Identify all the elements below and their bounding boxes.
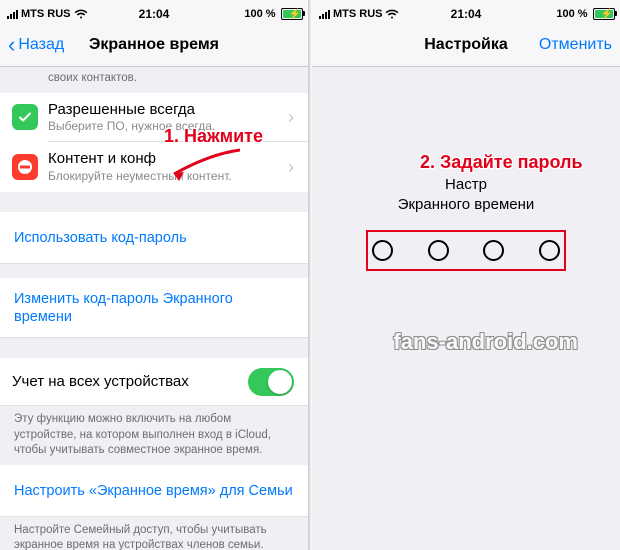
truncated-previous-caption: своих контактов.: [0, 67, 308, 93]
no-entry-icon: [12, 154, 38, 180]
highlight-use-passcode: Использовать код-пароль: [0, 212, 308, 264]
row-always-allowed[interactable]: Разрешенные всегда Выберите ПО, нужное в…: [0, 93, 308, 143]
pin-line1: Настр: [445, 176, 487, 193]
phone-left: MTS RUS 21:04 100 % ⚡ ‹ Назад Экранное в…: [0, 0, 308, 550]
pin-dot: [539, 240, 560, 261]
chevron-right-icon: ›: [288, 157, 294, 178]
highlight-pin-dots: [366, 230, 566, 271]
row-subtitle: Блокируйте неуместный контент.: [48, 169, 288, 184]
row-use-passcode[interactable]: Использовать код-пароль: [0, 212, 308, 264]
link-label: Настроить «Экранное время» для Семьи: [14, 482, 294, 500]
row-change-passcode[interactable]: Изменить код-пароль Экранного времени: [0, 278, 308, 338]
row-family-setup[interactable]: Настроить «Экранное время» для Семьи: [0, 465, 308, 517]
toggle-share[interactable]: [248, 368, 294, 396]
checkmark-icon: [12, 104, 38, 130]
charging-icon: ⚡: [601, 9, 613, 20]
link-label: Использовать код-пароль: [14, 229, 294, 247]
link-label: Изменить код-пароль Экранного времени: [14, 290, 294, 326]
wifi-icon: [385, 9, 399, 19]
wifi-icon: [74, 9, 88, 19]
navbar: ‹ Назад Экранное время: [0, 24, 308, 67]
pin-dot: [428, 240, 449, 261]
cancel-button[interactable]: Отменить: [539, 36, 612, 54]
pin-line2: Экранного времени: [398, 196, 535, 213]
status-bar: MTS RUS 21:04 100 % ⚡: [312, 0, 620, 24]
row-title: Контент и конф: [48, 150, 288, 169]
battery-percent: 100 %: [244, 8, 275, 20]
signal-icon: [319, 10, 330, 19]
highlight-change-passcode: Изменить код-пароль Экранного времени: [0, 278, 308, 338]
row-share-across-devices[interactable]: Учет на всех устройствах: [0, 358, 308, 406]
pin-instruction: Настр Экранного времени: [312, 175, 620, 216]
signal-icon: [7, 10, 18, 19]
chevron-left-icon: ‹: [8, 34, 15, 56]
row-content-privacy[interactable]: Контент и конф Блокируйте неуместный кон…: [0, 142, 308, 192]
status-bar: MTS RUS 21:04 100 % ⚡: [0, 0, 308, 24]
battery-percent: 100 %: [556, 8, 587, 20]
navbar: Настройка Отменить: [312, 24, 620, 67]
row-title: Учет на всех устройствах: [12, 373, 248, 392]
pin-dot: [372, 240, 393, 261]
back-label: Назад: [18, 36, 64, 54]
pin-dots[interactable]: [372, 240, 560, 261]
family-caption: Настройте Семейный доступ, чтобы учитыва…: [0, 517, 308, 550]
row-title: Разрешенные всегда: [48, 101, 288, 120]
back-button[interactable]: ‹ Назад: [8, 34, 64, 56]
charging-icon: ⚡: [289, 9, 301, 20]
carrier-name: MTS RUS: [21, 8, 71, 20]
carrier-name: MTS RUS: [333, 8, 383, 20]
row-subtitle: Выберите ПО, нужное всегда.: [48, 119, 288, 134]
chevron-right-icon: ›: [288, 107, 294, 128]
phone-right: MTS RUS 21:04 100 % ⚡ Настройка Отменить…: [312, 0, 620, 550]
share-caption: Эту функцию можно включить на любом устр…: [0, 406, 308, 465]
pin-dot: [483, 240, 504, 261]
